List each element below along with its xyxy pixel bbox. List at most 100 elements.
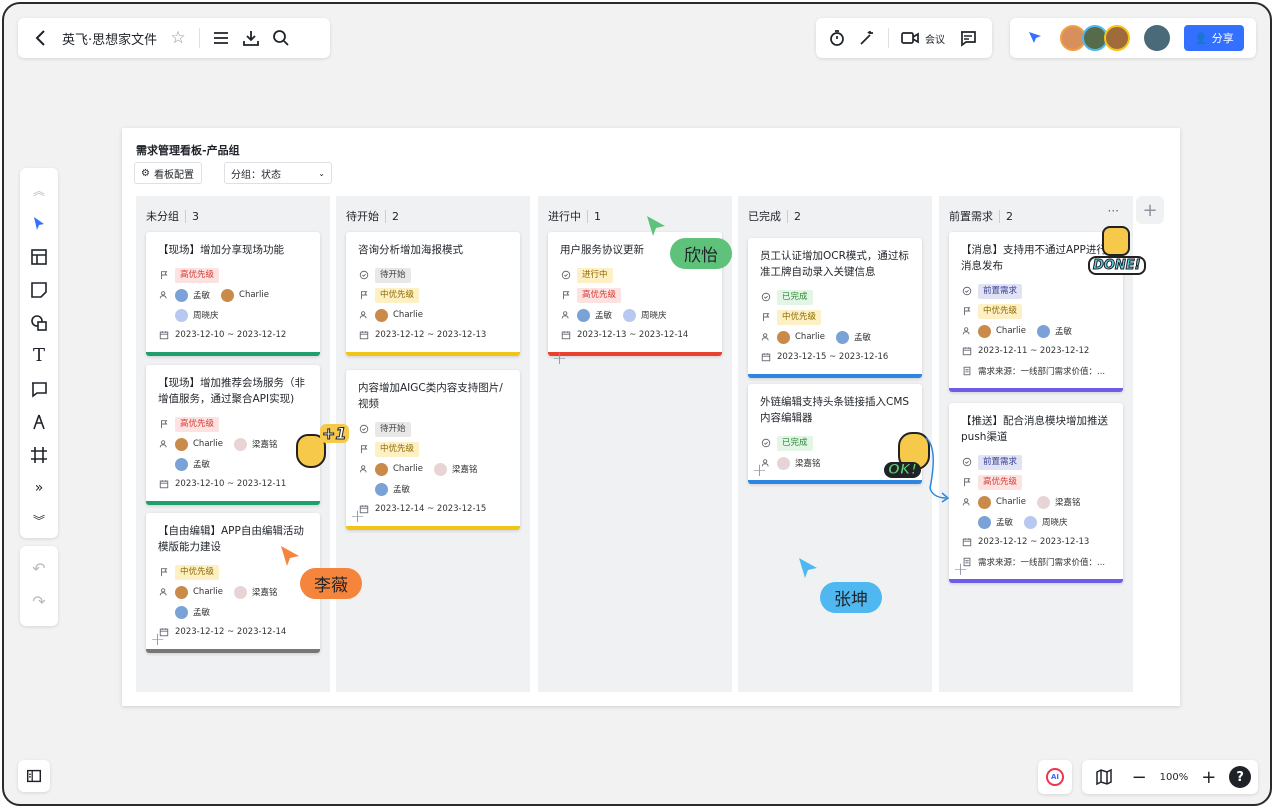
collapse-down-icon[interactable]: ︾ — [24, 504, 54, 537]
thumbs-up-icon — [1102, 226, 1130, 256]
download-icon[interactable] — [236, 23, 266, 53]
kanban-card[interactable]: 【自由编辑】APP自由编辑活动模版能力建设 中优先级 Charlie 梁嘉铭 孟敏 202… — [146, 513, 320, 653]
source-row: 需求来源：一线部门需求价值：... — [961, 553, 1111, 571]
people-icon — [358, 309, 370, 321]
video-icon[interactable] — [895, 23, 925, 53]
back-icon[interactable] — [26, 23, 56, 53]
people-icon — [760, 331, 772, 343]
calendar-icon — [560, 329, 572, 341]
people-icon — [961, 325, 973, 337]
column-header[interactable]: 待开始 2 — [346, 208, 399, 224]
status-badge: 待开始 — [375, 421, 411, 437]
divider — [888, 28, 889, 48]
done-sticker[interactable]: DONE! — [1088, 226, 1148, 278]
assignee-row: 孟敏 — [358, 480, 508, 498]
status-icon — [760, 437, 772, 449]
assignee-name: 孟敏 — [193, 291, 211, 301]
date-range: 2023-12-12 ~ 2023-12-14 — [175, 627, 287, 637]
share-button[interactable]: 👤 分享 — [1184, 25, 1244, 51]
column-header[interactable]: 未分组 3 — [146, 208, 199, 224]
timer-icon[interactable] — [822, 23, 852, 53]
more-icon[interactable]: ··· — [1108, 204, 1119, 218]
zoom-out-icon[interactable]: − — [1124, 762, 1154, 792]
kanban-card[interactable]: 员工认证增加OCR模式，通过标准工牌自动录入关键信息 已完成 中优先级 Charlie… — [748, 238, 922, 378]
priority-badge: 高优先级 — [175, 267, 220, 283]
assignee-name: Charlie — [193, 439, 223, 449]
column-header[interactable]: 前置需求 2 — [949, 208, 1013, 224]
add-card-button[interactable]: + — [150, 629, 165, 650]
kanban-card[interactable]: 咨询分析增加海报模式 待开始 中优先级 Charlie 2023-12-12 ~ 202… — [346, 232, 520, 356]
frame-icon[interactable] — [24, 438, 54, 471]
card-color-bar — [346, 526, 520, 530]
add-card-button[interactable]: + — [752, 460, 767, 481]
map-icon[interactable] — [1089, 762, 1119, 792]
people-icon — [961, 496, 973, 508]
template-icon[interactable] — [24, 240, 54, 273]
status-icon — [560, 269, 572, 281]
add-card-button[interactable]: + — [953, 559, 968, 580]
plus-one-sticker[interactable]: +1 — [296, 424, 349, 472]
file-title[interactable]: 英飞·思想家文件 — [62, 29, 157, 48]
add-card-button[interactable]: + — [552, 348, 567, 369]
add-card-button[interactable]: + — [350, 506, 365, 527]
assignee-name: 梁嘉铭 — [795, 459, 821, 469]
outline-toggle-button[interactable] — [18, 760, 50, 792]
assignee-row: 周晓庆 — [158, 306, 308, 324]
avatar[interactable] — [1104, 25, 1130, 51]
status-icon — [961, 285, 973, 297]
star-icon[interactable]: ☆ — [163, 23, 193, 53]
board-config-button[interactable]: ⚙ 看板配置 — [134, 162, 202, 184]
shape-icon[interactable] — [24, 306, 54, 339]
gear-icon: ⚙ — [141, 167, 150, 179]
people-icon — [158, 586, 170, 598]
calendar-icon — [760, 351, 772, 363]
meeting-toolbar: 会议 — [816, 18, 992, 58]
zoom-in-icon[interactable]: + — [1194, 762, 1224, 792]
follow-cursor-icon[interactable] — [1020, 23, 1050, 53]
status-badge: 待开始 — [375, 267, 411, 283]
avatar[interactable] — [1144, 25, 1170, 51]
zhangkun-cursor-label: 张坤 — [820, 582, 882, 613]
undo-icon[interactable]: ↶ — [24, 552, 54, 585]
kanban-card[interactable]: 【现场】增加推荐会场服务（非增值服务，通过聚合API实现) 高优先级 Charlie… — [146, 365, 320, 505]
menu-icon[interactable] — [206, 23, 236, 53]
zoom-level[interactable]: 100% — [1160, 772, 1189, 783]
kanban-card[interactable]: 内容增加AIGC类内容支持图片/视频 待开始 中优先级 Charlie 梁嘉铭 孟敏 202… — [346, 370, 520, 530]
status-badge: 前置需求 — [978, 283, 1023, 299]
date-row: 2023-12-12 ~ 2023-12-14 — [158, 623, 308, 641]
column-header[interactable]: 已完成 2 — [748, 208, 801, 224]
text-tool-icon[interactable]: T — [24, 339, 54, 372]
assignee-name: 周晓庆 — [1042, 518, 1068, 528]
magic-wand-icon[interactable] — [852, 23, 882, 53]
pen-icon[interactable] — [24, 405, 54, 438]
status-row: 前置需求 — [961, 453, 1111, 471]
search-icon[interactable] — [266, 23, 296, 53]
help-icon[interactable]: ? — [1229, 766, 1252, 788]
sticky-note-icon[interactable] — [24, 273, 54, 306]
ai-icon: AI — [1046, 768, 1064, 786]
comment-icon[interactable] — [953, 23, 983, 53]
card-color-bar — [146, 352, 320, 356]
add-column-button[interactable]: + — [1136, 196, 1164, 224]
people-icon — [158, 438, 170, 450]
kanban-card[interactable]: 【推送】配合消息模块增加推送push渠道 前置需求 高优先级 Charlie 梁嘉铭 孟敏… — [949, 403, 1123, 583]
kanban-card[interactable]: 【现场】增加分享现场功能 高优先级 孟敏 Charlie 周晓庆 2023-12-10 ~… — [146, 232, 320, 356]
ai-button[interactable]: AI — [1038, 760, 1072, 794]
card-title: 【现场】增加推荐会场服务（非增值服务，通过聚合API实现) — [158, 377, 305, 405]
column-header[interactable]: 进行中 1 — [548, 208, 601, 224]
group-select[interactable]: 分组：状态 ⌄ — [224, 162, 332, 184]
more-tools-icon[interactable]: » — [24, 471, 54, 504]
select-tool-icon[interactable] — [24, 207, 54, 240]
date-row: 2023-12-12 ~ 2023-12-13 — [358, 326, 508, 344]
redo-icon[interactable]: ↷ — [24, 585, 54, 618]
liwei-cursor-icon — [281, 546, 299, 566]
xinyi-cursor-icon — [647, 216, 665, 236]
meeting-label[interactable]: 会议 — [925, 31, 945, 46]
assignee-name: 梁嘉铭 — [251, 588, 278, 598]
collapse-up-icon[interactable]: ︽ — [24, 174, 54, 207]
avatar — [978, 495, 991, 509]
assignee-row: 孟敏 周晓庆 — [961, 513, 1111, 531]
flag-icon — [760, 311, 772, 323]
comment-add-icon[interactable] — [24, 372, 54, 405]
